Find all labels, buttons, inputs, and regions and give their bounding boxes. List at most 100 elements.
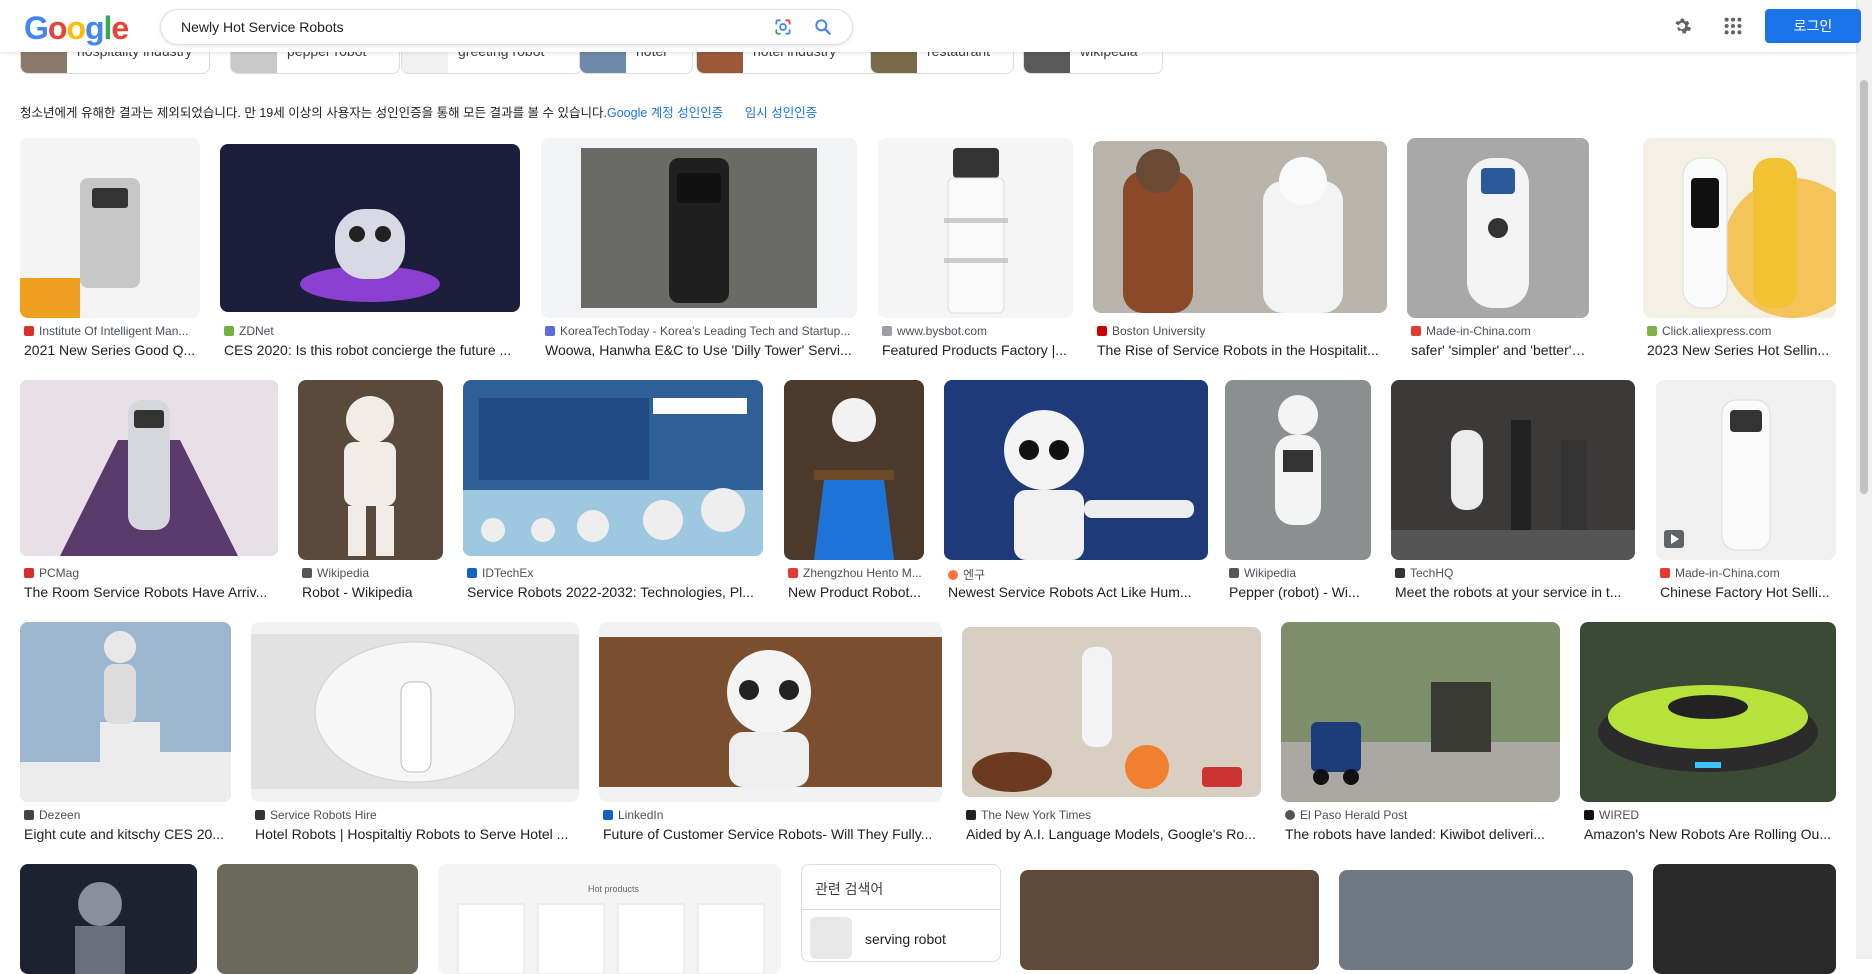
result-title[interactable]: Featured Products Factory |... bbox=[882, 342, 1073, 358]
related-thumbnail[interactable] bbox=[810, 917, 852, 959]
result-title[interactable]: Eight cute and kitschy CES 20... bbox=[24, 826, 231, 842]
scrollbar-thumb[interactable] bbox=[1860, 80, 1868, 494]
image-result[interactable] bbox=[1020, 870, 1319, 970]
image-result[interactable]: IDTechEx Service Robots 2022-2032: Techn… bbox=[463, 380, 763, 602]
robot-image bbox=[1275, 395, 1321, 525]
image-result[interactable]: ZDNet CES 2020: Is this robot concierge … bbox=[220, 144, 520, 360]
related-searches-panel: 관련 검색어 serving robot bbox=[801, 864, 1001, 962]
result-image bbox=[1225, 380, 1371, 560]
result-source: The New York Times bbox=[966, 808, 1261, 822]
google-logo[interactable]: Google bbox=[24, 8, 129, 48]
favicon bbox=[1395, 568, 1405, 578]
robot-image bbox=[20, 631, 231, 802]
favicon bbox=[788, 568, 798, 578]
result-title[interactable]: The robots have landed: Kiwibot deliveri… bbox=[1285, 826, 1560, 842]
image-result[interactable]: Boston University The Rise of Service Ro… bbox=[1093, 141, 1387, 360]
source-name: Wikipedia bbox=[317, 566, 370, 580]
result-title[interactable]: Newest Service Robots Act Like Hum... bbox=[948, 584, 1208, 600]
robot-image bbox=[1391, 420, 1635, 560]
robot-image bbox=[581, 148, 817, 308]
result-title[interactable]: Woowa, Hanwha E&C to Use 'Dilly Tower' S… bbox=[545, 342, 857, 358]
robot-image bbox=[344, 396, 396, 556]
favicon bbox=[1647, 326, 1657, 336]
image-result[interactable]: KoreaTechToday - Korea's Leading Tech an… bbox=[541, 138, 857, 360]
result-title[interactable]: The Room Service Robots Have Arriv... bbox=[24, 584, 278, 600]
result-title[interactable]: Service Robots 2022-2032: Technologies, … bbox=[467, 584, 763, 600]
login-button[interactable]: 로그인 bbox=[1765, 9, 1861, 43]
result-title[interactable]: Chinese Factory Hot Selli... bbox=[1660, 584, 1836, 600]
image-result[interactable]: Institute Of Intelligent Man... 2021 New… bbox=[20, 138, 200, 360]
result-source: Made-in-China.com bbox=[1660, 566, 1836, 580]
favicon bbox=[603, 810, 613, 820]
source-name: www.bysbot.com bbox=[897, 324, 988, 338]
search-input[interactable]: Newly Hot Service Robots bbox=[181, 10, 344, 44]
search-box[interactable]: Newly Hot Service Robots bbox=[160, 9, 853, 45]
source-name: Dezeen bbox=[39, 808, 81, 822]
favicon bbox=[1411, 326, 1421, 336]
robot-image bbox=[463, 398, 763, 556]
image-result[interactable]: Wikipedia Robot - Wikipedia bbox=[298, 380, 443, 602]
image-result[interactable]: Made-in-China.com safer' 'simpler' and '… bbox=[1407, 138, 1589, 360]
result-image bbox=[878, 138, 1073, 318]
image-result[interactable]: Zhengzhou Hento M... New Product Robot..… bbox=[784, 380, 924, 602]
image-result[interactable] bbox=[1653, 864, 1836, 974]
source-name: WIRED bbox=[1599, 808, 1639, 822]
image-result[interactable]: PCMag The Room Service Robots Have Arriv… bbox=[20, 380, 278, 602]
image-result[interactable]: Dezeen Eight cute and kitschy CES 20... bbox=[20, 622, 231, 844]
result-title[interactable]: Hotel Robots | Hospitaltiy Robots to Ser… bbox=[255, 826, 579, 842]
temporary-verify-link[interactable]: 임시 성인인증 bbox=[745, 106, 817, 120]
result-title[interactable]: 2023 New Series Hot Sellin... bbox=[1647, 342, 1836, 358]
result-image bbox=[1093, 141, 1387, 313]
apps-grid-icon[interactable] bbox=[1722, 15, 1744, 37]
favicon bbox=[224, 326, 234, 336]
result-title[interactable]: Future of Customer Service Robots- Will … bbox=[603, 826, 942, 842]
result-title[interactable]: CES 2020: Is this robot concierge the fu… bbox=[224, 342, 520, 358]
result-image: Hot products bbox=[438, 864, 781, 974]
result-title[interactable]: Robot - Wikipedia bbox=[302, 584, 443, 600]
result-title[interactable]: Meet the robots at your service in t... bbox=[1395, 584, 1635, 600]
gear-icon[interactable] bbox=[1671, 15, 1693, 37]
robot-image bbox=[599, 637, 942, 787]
image-result[interactable] bbox=[20, 864, 197, 974]
result-title[interactable]: Pepper (robot) - Wi... bbox=[1229, 584, 1371, 600]
account-verify-link[interactable]: Google 계정 성인인증 bbox=[607, 106, 723, 120]
result-image bbox=[541, 138, 857, 318]
image-result[interactable]: Click.aliexpress.com 2023 New Series Hot… bbox=[1643, 138, 1836, 360]
image-result[interactable]: Wikipedia Pepper (robot) - Wi... bbox=[1225, 380, 1371, 602]
image-result[interactable]: The New York Times Aided by A.I. Languag… bbox=[962, 627, 1261, 844]
image-result[interactable]: www.bysbot.com Featured Products Factory… bbox=[878, 138, 1073, 360]
source-name: Boston University bbox=[1112, 324, 1206, 338]
source-name: Institute Of Intelligent Man... bbox=[39, 324, 189, 338]
result-image bbox=[298, 380, 443, 560]
image-result[interactable]: WIRED Amazon's New Robots Are Rolling Ou… bbox=[1580, 622, 1836, 844]
favicon bbox=[302, 568, 312, 578]
image-result[interactable]: LinkedIn Future of Customer Service Robo… bbox=[599, 622, 942, 844]
google-lens-icon[interactable] bbox=[773, 17, 793, 37]
image-result[interactable]: 엔구 Newest Service Robots Act Like Hum... bbox=[944, 380, 1208, 602]
result-title[interactable]: Amazon's New Robots Are Rolling Ou... bbox=[1584, 826, 1836, 842]
result-image bbox=[20, 622, 231, 802]
image-result[interactable] bbox=[217, 864, 418, 974]
logo-letter: o bbox=[47, 10, 68, 46]
result-image bbox=[1407, 138, 1589, 318]
result-title[interactable]: The Rise of Service Robots in the Hospit… bbox=[1097, 342, 1387, 358]
image-result[interactable]: TechHQ Meet the robots at your service i… bbox=[1391, 380, 1635, 602]
result-source: El Paso Herald Post bbox=[1285, 808, 1560, 822]
result-image bbox=[1339, 870, 1633, 970]
top-bar: Google Newly Hot Service Robots 로그인 bbox=[0, 0, 1861, 52]
image-result[interactable]: Hot products bbox=[438, 864, 781, 974]
image-result[interactable]: El Paso Herald Post The robots have land… bbox=[1281, 622, 1560, 844]
image-result[interactable] bbox=[1339, 870, 1633, 970]
source-name: TechHQ bbox=[1410, 566, 1454, 580]
search-icon[interactable] bbox=[813, 17, 833, 37]
result-title[interactable]: New Product Robot... bbox=[788, 584, 924, 600]
image-result[interactable]: Made-in-China.com Chinese Factory Hot Se… bbox=[1656, 380, 1836, 602]
robot-image bbox=[972, 647, 1242, 792]
result-title[interactable]: Aided by A.I. Language Models, Google's … bbox=[966, 826, 1261, 842]
related-search-serving-robot[interactable]: serving robot bbox=[865, 931, 946, 947]
robot-image bbox=[75, 882, 125, 974]
result-title[interactable]: safer' 'simpler' and 'better' intel... bbox=[1411, 342, 1589, 358]
result-source: WIRED bbox=[1584, 808, 1836, 822]
result-title[interactable]: 2021 New Series Good Q... bbox=[24, 342, 200, 358]
image-result[interactable]: Service Robots Hire Hotel Robots | Hospi… bbox=[251, 622, 579, 844]
